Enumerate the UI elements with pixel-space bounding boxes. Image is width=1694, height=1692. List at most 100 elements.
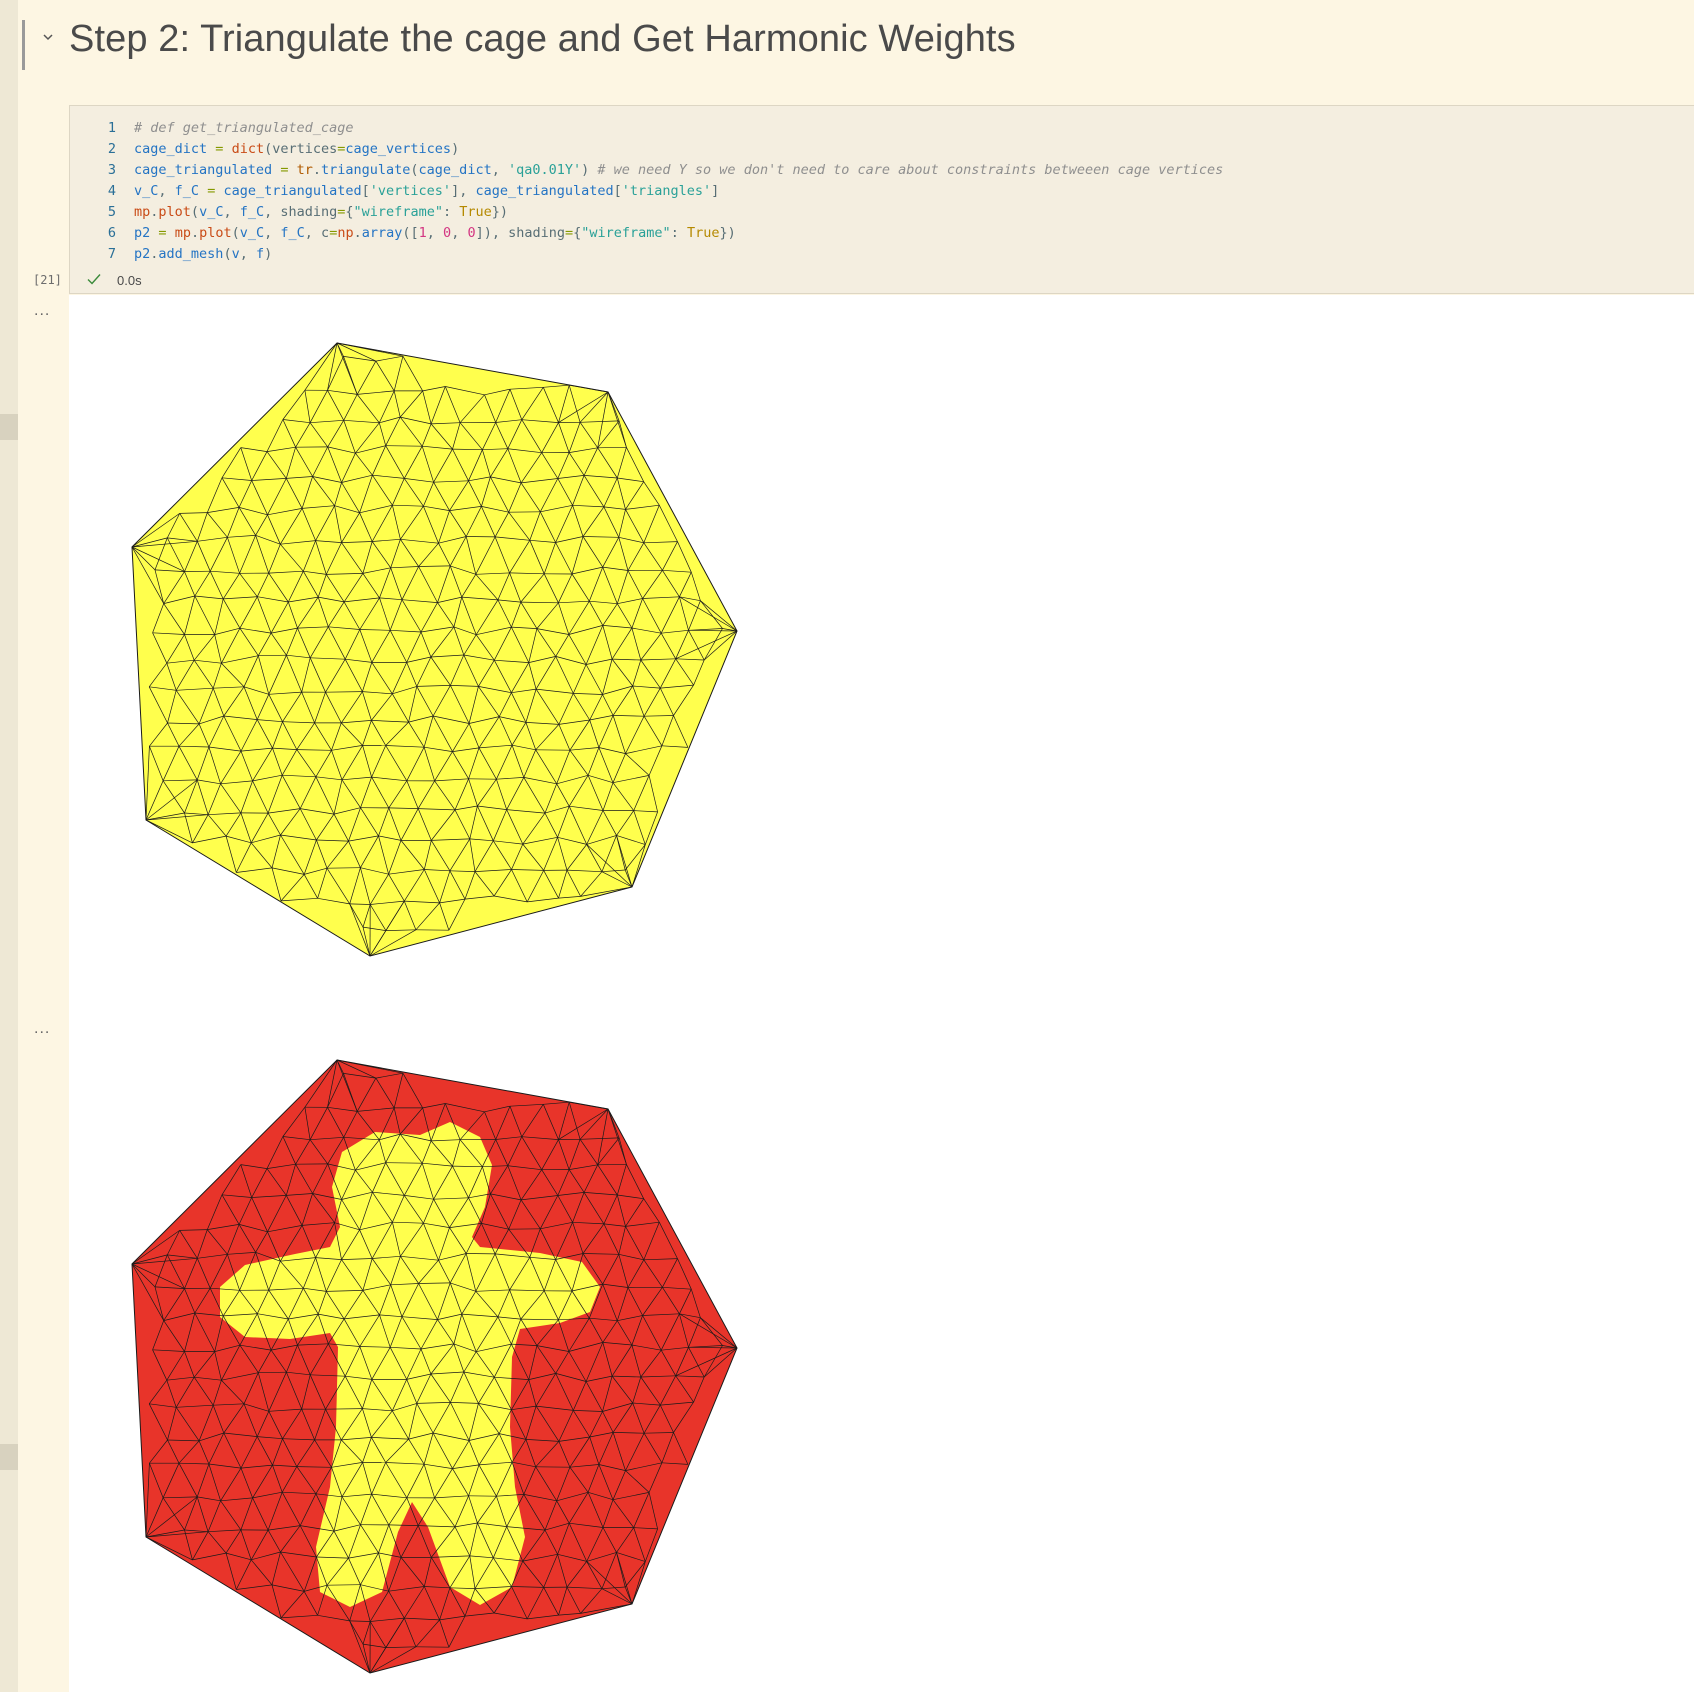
- code-token: }): [491, 204, 508, 220]
- code-token: v_C: [199, 204, 224, 220]
- code-text[interactable]: p2 = mp.plot(v_C, f_C, c=np.array([1, 0,…: [134, 223, 736, 244]
- code-token: f_C: [174, 183, 200, 199]
- mesh-plot-cage-with-figure[interactable]: [120, 1047, 750, 1687]
- code-token: :: [670, 225, 687, 241]
- code-token: ],: [451, 183, 476, 199]
- cage-polygon: [131, 342, 738, 957]
- code-token: .: [353, 225, 362, 241]
- code-token: ,: [426, 225, 444, 241]
- markdown-heading-cell: Step 2: Triangulate the cage and Get Har…: [0, 0, 1694, 98]
- code-token: (: [190, 204, 200, 220]
- code-token: # def get_triangulated_cage: [134, 120, 354, 136]
- code-token: array: [361, 225, 403, 241]
- code-token: ]: [711, 183, 720, 199]
- code-token: p2: [134, 225, 151, 241]
- code-token: np: [337, 225, 354, 241]
- code-token: mp: [134, 204, 151, 220]
- line-number: 1: [107, 120, 116, 136]
- code-token: =: [565, 225, 574, 241]
- code-token: plot: [199, 225, 232, 241]
- mesh-edge: [258, 654, 287, 657]
- mesh-edge: [326, 867, 361, 869]
- code-token: v_C: [239, 225, 265, 241]
- ellipsis-icon[interactable]: ...: [34, 1020, 54, 1038]
- section-heading: Step 2: Triangulate the cage and Get Har…: [69, 18, 1016, 60]
- code-text[interactable]: mp.plot(v_C, f_C, shading={"wireframe": …: [134, 202, 508, 223]
- mesh-plot-wireframe-yellow[interactable]: [120, 330, 750, 970]
- code-token: # we need Y so we don't need to care abo…: [597, 162, 1224, 178]
- code-token: dict: [231, 141, 265, 157]
- line-number: 6: [107, 225, 116, 241]
- code-token: 'vertices': [369, 183, 452, 199]
- code-token: :: [442, 204, 460, 220]
- rail-marker[interactable]: [0, 1444, 18, 1470]
- code-token: add_mesh: [158, 246, 224, 262]
- left-gutter-rail: [0, 0, 18, 1692]
- cell-focus-bar: [22, 20, 25, 70]
- code-token: cage_dict: [418, 162, 492, 178]
- line-number: 2: [107, 141, 116, 157]
- code-token: 0: [467, 225, 476, 241]
- code-token: cage_vertices: [345, 141, 452, 157]
- code-token: 1: [418, 225, 427, 241]
- code-token: f: [255, 246, 265, 262]
- code-token: cage_triangulated: [134, 162, 273, 178]
- code-token: ,: [264, 225, 281, 241]
- mesh-edge: [597, 446, 627, 449]
- code-token: ]), shading: [475, 225, 565, 241]
- ellipsis-icon[interactable]: ...: [34, 302, 54, 320]
- code-token: 0: [443, 225, 452, 241]
- line-number: 4: [107, 183, 116, 199]
- code-token: mp: [174, 225, 191, 241]
- code-token: (: [223, 246, 232, 262]
- code-token: }): [719, 225, 736, 241]
- code-token: p2: [134, 246, 151, 262]
- code-token: cage_dict: [134, 141, 208, 157]
- code-token: ([: [402, 225, 419, 241]
- code-token: ): [581, 162, 598, 178]
- code-token: [: [361, 183, 370, 199]
- code-text[interactable]: v_C, f_C = cage_triangulated['vertices']…: [134, 181, 719, 202]
- code-token: (vertices: [264, 141, 338, 157]
- code-token: v_C: [134, 183, 159, 199]
- code-token: {: [345, 204, 354, 220]
- code-token: , c: [304, 225, 330, 241]
- code-token: (: [231, 225, 240, 241]
- code-token: triangulate: [321, 162, 411, 178]
- line-number: 3: [107, 162, 116, 178]
- code-text[interactable]: p2.add_mesh(v, f): [134, 244, 272, 265]
- code-text[interactable]: cage_triangulated = tr.triangulate(cage_…: [134, 160, 1223, 181]
- rail-marker[interactable]: [0, 414, 18, 440]
- code-token: cage_triangulated: [223, 183, 362, 199]
- code-token: =: [158, 225, 167, 241]
- code-token: .: [190, 225, 200, 241]
- code-text[interactable]: # def get_triangulated_cage: [134, 118, 353, 139]
- code-token: "wireframe": [353, 204, 443, 220]
- code-token: True: [459, 204, 492, 220]
- code-token: [: [613, 183, 622, 199]
- code-cell[interactable]: 1 # def get_triangulated_cage 2 cage_dict =…: [69, 105, 1694, 294]
- check-icon: [86, 271, 102, 287]
- code-token: ,: [451, 225, 468, 241]
- line-number: 7: [107, 246, 116, 262]
- code-token: ): [451, 141, 460, 157]
- code-token: , shading: [264, 204, 338, 220]
- code-token: tr: [296, 162, 313, 178]
- code-token: cage_triangulated: [475, 183, 614, 199]
- code-token: f_C: [239, 204, 265, 220]
- code-token: 'qa0.01Y': [507, 162, 582, 178]
- code-token: .: [312, 162, 321, 178]
- code-token: "wireframe": [581, 225, 671, 241]
- chevron-down-icon[interactable]: [38, 30, 58, 50]
- code-token: (: [410, 162, 419, 178]
- execution-time: 0.0s: [117, 273, 142, 288]
- code-token: ,: [158, 183, 175, 199]
- code-text[interactable]: cage_dict = dict(vertices=cage_vertices): [134, 139, 459, 160]
- code-token: ,: [491, 162, 508, 178]
- code-token: v: [231, 246, 240, 262]
- code-token: ): [264, 246, 273, 262]
